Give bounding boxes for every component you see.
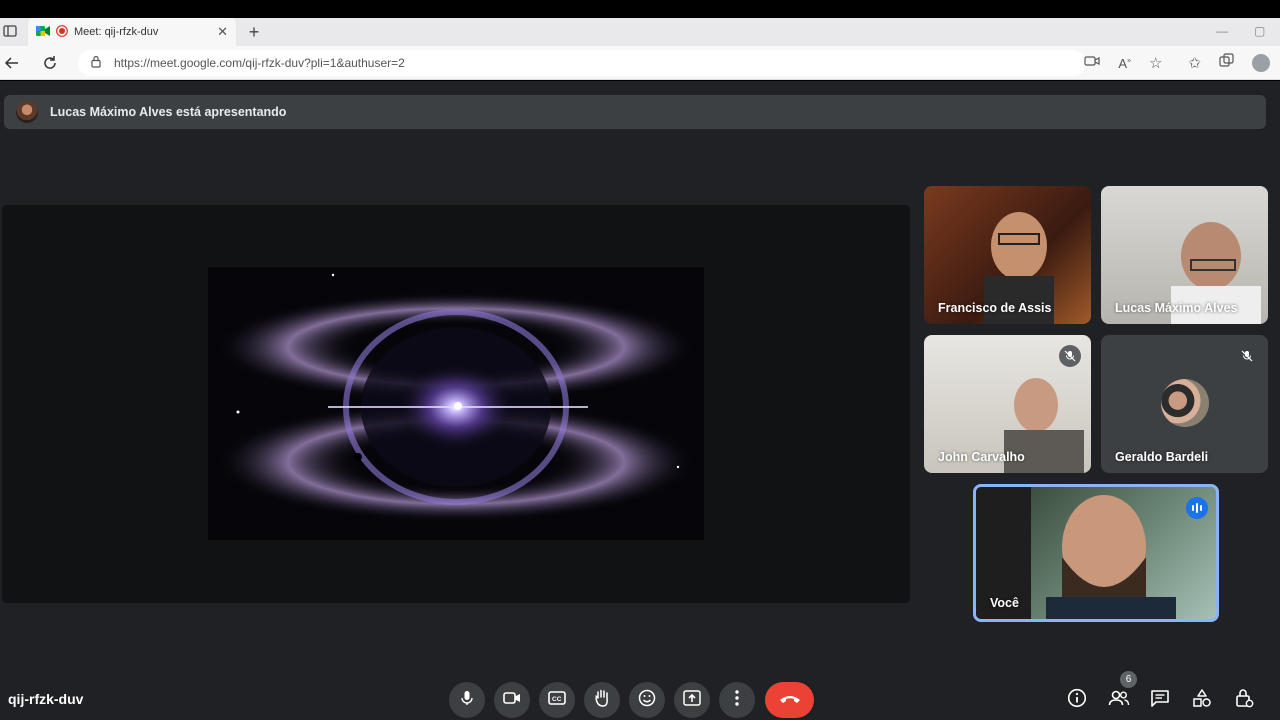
meeting-info-button[interactable] bbox=[1065, 688, 1089, 712]
participant-tile[interactable]: Lucas Máximo Alves bbox=[1101, 186, 1268, 324]
collections-icon[interactable] bbox=[1219, 53, 1234, 73]
mic-off-icon bbox=[1059, 345, 1081, 367]
chat-button[interactable] bbox=[1148, 688, 1172, 712]
read-aloud-icon[interactable]: A» bbox=[1118, 56, 1131, 71]
present-button[interactable] bbox=[674, 682, 710, 718]
participant-name: Francisco de Assis bbox=[938, 301, 1052, 315]
activities-button[interactable] bbox=[1190, 688, 1214, 712]
presentation-image bbox=[208, 267, 704, 540]
browser-tab[interactable]: Meet: qij-rfzk-duv ✕ bbox=[28, 18, 236, 46]
lock-icon[interactable] bbox=[90, 55, 102, 71]
people-icon bbox=[1108, 690, 1130, 711]
recording-icon bbox=[56, 24, 68, 40]
participant-tile[interactable]: Geraldo Bardeli bbox=[1101, 335, 1268, 473]
camera-button[interactable] bbox=[494, 682, 530, 718]
add-favorite-icon[interactable]: ☆ bbox=[1149, 54, 1162, 72]
camera-permission-icon[interactable] bbox=[1084, 54, 1100, 73]
presenter-banner: Lucas Máximo Alves está apresentando bbox=[4, 95, 1266, 129]
host-controls-button[interactable] bbox=[1232, 688, 1256, 712]
tab-close-icon[interactable]: ✕ bbox=[217, 24, 228, 40]
new-tab-icon[interactable]: + bbox=[244, 22, 264, 42]
activities-icon bbox=[1192, 688, 1212, 713]
meet-favicon-icon bbox=[36, 25, 50, 40]
meeting-code: qij-rfzk-duv bbox=[8, 691, 84, 707]
mic-icon bbox=[460, 690, 474, 711]
captions-button[interactable]: CC bbox=[539, 682, 575, 718]
mic-off-icon bbox=[1236, 345, 1258, 367]
participant-name: John Carvalho bbox=[938, 450, 1025, 464]
present-icon bbox=[683, 689, 701, 711]
raise-hand-icon bbox=[594, 689, 610, 712]
participant-tile[interactable]: John Carvalho bbox=[924, 335, 1091, 473]
info-icon bbox=[1067, 688, 1087, 713]
back-icon[interactable] bbox=[2, 53, 22, 73]
emoji-button[interactable] bbox=[629, 682, 665, 718]
participant-name: Você bbox=[990, 596, 1019, 610]
host-controls-icon bbox=[1234, 688, 1254, 713]
self-view-tile[interactable]: Você bbox=[973, 484, 1219, 622]
more-options-button[interactable] bbox=[719, 682, 755, 718]
speaking-indicator-icon bbox=[1186, 497, 1208, 519]
avatar bbox=[16, 101, 38, 123]
tab-title: Meet: qij-rfzk-duv bbox=[74, 26, 159, 38]
participant-name: Lucas Máximo Alves bbox=[1115, 301, 1238, 315]
raise-hand-button[interactable] bbox=[584, 682, 620, 718]
camera-icon bbox=[503, 691, 521, 710]
avatar bbox=[1161, 379, 1209, 427]
tab-actions-icon[interactable] bbox=[2, 23, 18, 39]
meet-area: Lucas Máximo Alves está apresentando Fra… bbox=[0, 81, 1280, 720]
minimize-icon[interactable]: — bbox=[1216, 24, 1228, 38]
captions-icon: CC bbox=[548, 690, 566, 710]
end-call-button[interactable] bbox=[765, 682, 814, 718]
more-options-icon bbox=[735, 689, 739, 711]
favorites-icon[interactable]: ✩ bbox=[1188, 54, 1201, 72]
profile-avatar-icon[interactable] bbox=[1252, 54, 1270, 72]
maximize-icon[interactable]: ▢ bbox=[1254, 24, 1265, 38]
chat-icon bbox=[1150, 689, 1170, 712]
reload-icon[interactable] bbox=[40, 53, 60, 73]
participant-count-badge: 6 bbox=[1120, 671, 1137, 688]
end-call-icon bbox=[779, 691, 801, 709]
url-text: https://meet.google.com/qij-rfzk-duv?pli… bbox=[114, 56, 405, 70]
presentation-stage[interactable] bbox=[2, 205, 910, 603]
address-bar-row: https://meet.google.com/qij-rfzk-duv?pli… bbox=[0, 46, 1280, 80]
people-button[interactable] bbox=[1107, 688, 1131, 712]
tab-strip: Meet: qij-rfzk-duv ✕ + — ▢ bbox=[0, 18, 1280, 46]
svg-text:CC: CC bbox=[552, 696, 562, 703]
participant-name: Geraldo Bardeli bbox=[1115, 450, 1209, 464]
top-black-bar bbox=[0, 0, 1280, 18]
presenter-banner-text: Lucas Máximo Alves está apresentando bbox=[50, 105, 287, 119]
emoji-icon bbox=[638, 689, 656, 712]
participant-tile[interactable]: Francisco de Assis bbox=[924, 186, 1091, 324]
mic-button[interactable] bbox=[449, 682, 485, 718]
url-field[interactable]: https://meet.google.com/qij-rfzk-duv?pli… bbox=[78, 50, 1086, 76]
